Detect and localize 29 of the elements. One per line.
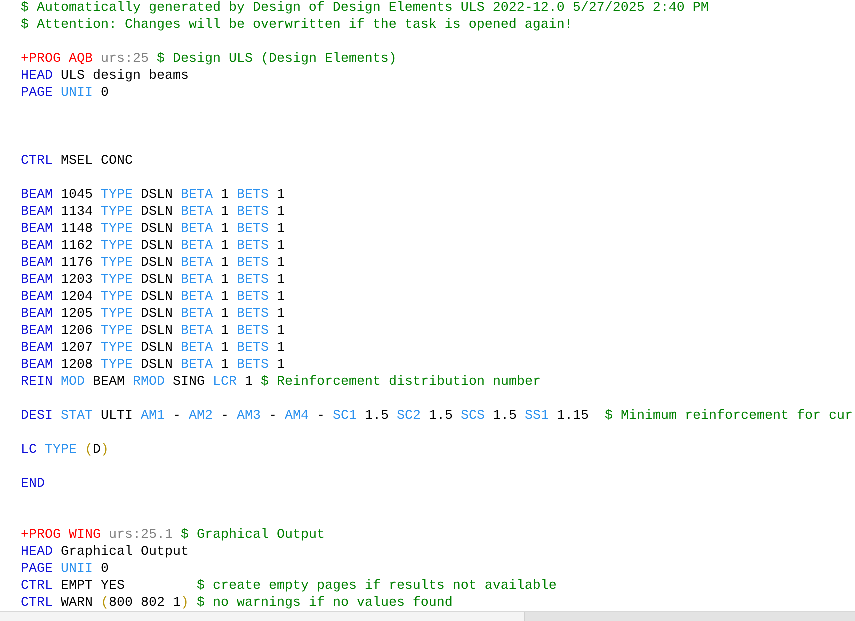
- code-line: BEAM 1208 TYPE DSLN BETA 1 BETS 1: [21, 357, 286, 374]
- code-line: +PROG AQB urs:25 $ Design ULS (Design Elements): [21, 51, 398, 68]
- code-line: PAGE UNII 0: [21, 85, 110, 102]
- code-line: BEAM 1205 TYPE DSLN BETA 1 BETS 1: [21, 306, 286, 323]
- code-line: BEAM 1203 TYPE DSLN BETA 1 BETS 1: [21, 272, 286, 289]
- code-line: BEAM 1134 TYPE DSLN BETA 1 BETS 1: [21, 204, 286, 221]
- code-line: CTRL WARN (800 802 1) $ no warnings if no values found: [21, 595, 454, 611]
- code-line: HEAD ULS design beams: [21, 68, 190, 85]
- code-line: BEAM 1176 TYPE DSLN BETA 1 BETS 1: [21, 255, 286, 272]
- code-line: BEAM 1204 TYPE DSLN BETA 1 BETS 1: [21, 289, 286, 306]
- code-line: BEAM 1207 TYPE DSLN BETA 1 BETS 1: [21, 340, 286, 357]
- code-line: $ Automatically generated by Design of Design Elements ULS 2022-12.0 5/27/2025 2:40 PM: [21, 0, 710, 17]
- code-line: PAGE UNII 0: [21, 561, 110, 578]
- horizontal-scrollbar[interactable]: [0, 611, 855, 621]
- code-line: LC TYPE (D): [21, 442, 110, 459]
- code-line: END: [21, 476, 46, 493]
- code-line: BEAM 1206 TYPE DSLN BETA 1 BETS 1: [21, 323, 286, 340]
- code-line: CTRL EMPT YES $ create empty pages if results not available: [21, 578, 558, 595]
- code-line: DESI STAT ULTI AM1 - AM2 - AM3 - AM4 - SC1 1.5 SC2 1.5 SCS 1.5 SS1 1.15 $ Minimum reinforcement for cur: [21, 408, 854, 425]
- code-line: HEAD Graphical Output: [21, 544, 190, 561]
- scrollbar-thumb[interactable]: [524, 612, 855, 621]
- code-line: BEAM 1045 TYPE DSLN BETA 1 BETS 1: [21, 187, 286, 204]
- code-line: CTRL MSEL CONC: [21, 153, 134, 170]
- code-line: REIN MOD BEAM RMOD SING LCR 1 $ Reinforcement distribution number: [21, 374, 542, 391]
- code-line: BEAM 1148 TYPE DSLN BETA 1 BETS 1: [21, 221, 286, 238]
- code-editor[interactable]: [0, 0, 855, 621]
- code-line: +PROG WING urs:25.1 $ Graphical Output: [21, 527, 326, 544]
- code-line: BEAM 1162 TYPE DSLN BETA 1 BETS 1: [21, 238, 286, 255]
- code-line: $ Attention: Changes will be overwritten if the task is opened again!: [21, 17, 574, 34]
